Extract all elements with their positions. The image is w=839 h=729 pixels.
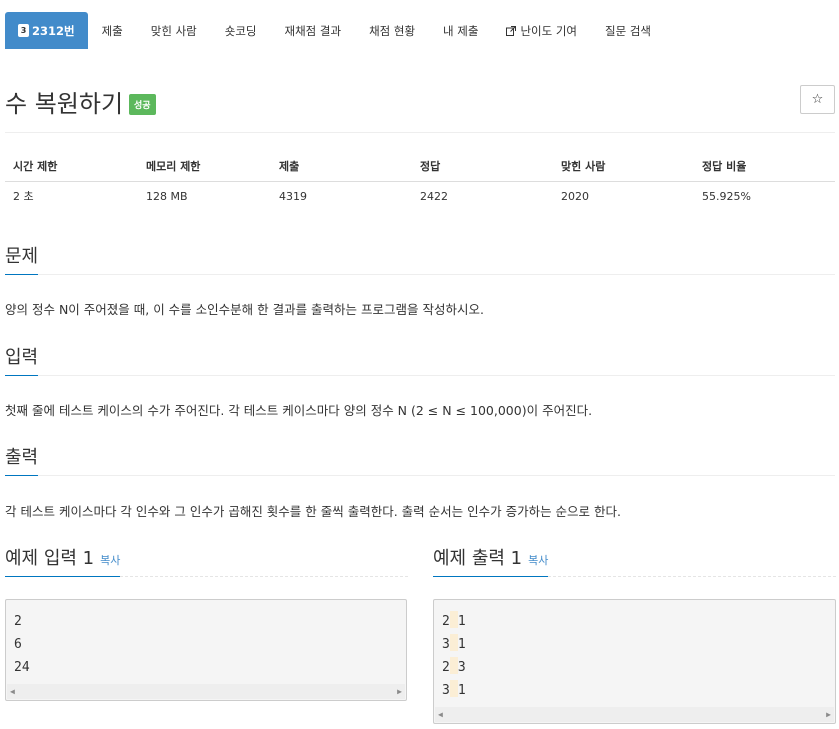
problem-heading-rule bbox=[5, 274, 835, 275]
sample-output-line: 21 bbox=[442, 610, 827, 633]
scroll-left-icon[interactable]: ◀ bbox=[10, 687, 15, 696]
tab-difficulty-contribution[interactable]: 난이도 기여 bbox=[492, 12, 591, 49]
whitespace-highlight bbox=[449, 680, 458, 697]
input-section-header: 입력 bbox=[5, 343, 835, 376]
star-icon: ☆ bbox=[811, 92, 824, 107]
sample-input-title: 예제 입력 1 bbox=[5, 548, 95, 569]
problem-heading: 문제 bbox=[5, 242, 39, 275]
exponent-value: 1 bbox=[457, 683, 466, 698]
problem-section-header: 문제 bbox=[5, 242, 835, 275]
tab-rejudge-results-label: 재채점 결과 bbox=[284, 23, 342, 38]
sample-input-header: 예제 입력 1 복사 bbox=[5, 544, 408, 577]
sample-output-copy-link[interactable]: 복사 bbox=[528, 554, 548, 567]
output-heading: 출력 bbox=[5, 443, 39, 476]
sample-output-title: 예제 출력 1 bbox=[433, 548, 523, 569]
output-section-header: 출력 bbox=[5, 443, 835, 476]
factor-value: 3 bbox=[442, 637, 450, 652]
whitespace-highlight bbox=[449, 611, 458, 628]
header-time-limit: 시간 제한 bbox=[5, 152, 138, 182]
tab-judge-status-label: 채점 현황 bbox=[369, 23, 416, 38]
title-row: 수 복원하기 성공 bbox=[5, 84, 156, 119]
scroll-left-icon[interactable]: ◀ bbox=[438, 710, 443, 719]
factor-value: 3 bbox=[442, 683, 450, 698]
exponent-value: 1 bbox=[457, 637, 466, 652]
page-title: 수 복원하기 bbox=[5, 90, 124, 118]
sample-input-line: 24 bbox=[14, 660, 30, 675]
tab-difficulty-contribution-label: 난이도 기여 bbox=[520, 23, 578, 38]
whitespace-highlight bbox=[449, 634, 458, 651]
value-accepted: 2422 bbox=[420, 189, 448, 203]
sample-input-heading: 예제 입력 1 복사 bbox=[5, 544, 121, 577]
sample-output-heading: 예제 출력 1 복사 bbox=[433, 544, 549, 577]
header-accept-ratio: 정답 비율 bbox=[694, 152, 835, 182]
tab-problem-number-label: 2312번 bbox=[32, 23, 75, 38]
info-header-row: 시간 제한 메모리 제한 제출 정답 맞힌 사람 정답 비율 bbox=[5, 152, 835, 182]
value-time-limit: 2 초 bbox=[13, 190, 34, 204]
title-divider bbox=[5, 132, 835, 133]
star-button[interactable]: ☆ bbox=[800, 85, 835, 114]
sample-output-line: 31 bbox=[442, 633, 827, 656]
exponent-value: 1 bbox=[457, 614, 466, 629]
whitespace-highlight bbox=[449, 657, 458, 674]
sample-output-line: 31 bbox=[442, 679, 827, 702]
tab-short-coding-label: 숏코딩 bbox=[224, 23, 257, 38]
scroll-right-icon[interactable]: ▶ bbox=[826, 710, 831, 719]
sample-input-scrollbar[interactable]: ◀ ▶ bbox=[7, 684, 405, 699]
exponent-value: 3 bbox=[457, 660, 466, 675]
problem-nav: 3 2312번 제출 맞힌 사람 숏코딩 재채점 결과 채점 현황 내 제출 난… bbox=[5, 12, 665, 49]
sample-input-box[interactable]: 2 6 24 ◀ ▶ bbox=[5, 599, 407, 701]
sample-input-code: 2 6 24 bbox=[6, 600, 406, 679]
tab-question-search[interactable]: 질문 검색 bbox=[591, 12, 665, 49]
output-description: 각 테스트 케이스마다 각 인수와 그 인수가 곱해진 횟수를 한 줄씩 출력한… bbox=[5, 504, 621, 519]
value-accept-ratio: 55.925% bbox=[702, 189, 751, 203]
scroll-right-icon[interactable]: ▶ bbox=[397, 687, 402, 696]
tab-solved-users[interactable]: 맞힌 사람 bbox=[137, 12, 211, 49]
tab-short-coding[interactable]: 숏코딩 bbox=[211, 12, 271, 49]
value-submissions: 4319 bbox=[279, 189, 307, 203]
tab-solved-users-label: 맞힌 사람 bbox=[150, 23, 197, 38]
tab-submit-label: 제출 bbox=[101, 23, 123, 38]
tab-question-search-label: 질문 검색 bbox=[605, 23, 651, 38]
level-badge: 3 bbox=[18, 24, 29, 37]
header-submissions: 제출 bbox=[271, 152, 412, 182]
factor-value: 2 bbox=[442, 614, 450, 629]
problem-info-table: 시간 제한 메모리 제한 제출 정답 맞힌 사람 정답 비율 2 초 128 M… bbox=[5, 152, 835, 211]
factor-value: 2 bbox=[442, 660, 450, 675]
input-heading: 입력 bbox=[5, 343, 39, 376]
tab-rejudge-results[interactable]: 재채점 결과 bbox=[271, 12, 356, 49]
tab-problem-number[interactable]: 3 2312번 bbox=[5, 12, 88, 49]
value-memory-limit: 128 MB bbox=[146, 189, 188, 203]
sample-input-line: 2 bbox=[14, 614, 22, 629]
problem-description: 양의 정수 N이 주어졌을 때, 이 수를 소인수분해 한 결과를 출력하는 프… bbox=[5, 302, 484, 317]
sample-output-header: 예제 출력 1 복사 bbox=[433, 544, 836, 577]
output-heading-rule bbox=[5, 475, 835, 476]
header-memory-limit: 메모리 제한 bbox=[138, 152, 271, 182]
header-accepted: 정답 bbox=[412, 152, 553, 182]
tab-my-submissions-label: 내 제출 bbox=[443, 23, 479, 38]
status-badge: 성공 bbox=[129, 94, 156, 115]
external-link-icon bbox=[506, 25, 517, 36]
tab-judge-status[interactable]: 채점 현황 bbox=[355, 12, 429, 49]
tab-submit[interactable]: 제출 bbox=[88, 12, 137, 49]
sample-input-copy-link[interactable]: 복사 bbox=[100, 554, 120, 567]
sample-input-line: 6 bbox=[14, 637, 22, 652]
header-solved-users: 맞힌 사람 bbox=[553, 152, 694, 182]
sample-output-line: 23 bbox=[442, 656, 827, 679]
info-value-row: 2 초 128 MB 4319 2422 2020 55.925% bbox=[5, 181, 835, 211]
input-heading-rule bbox=[5, 375, 835, 376]
tab-my-submissions[interactable]: 내 제출 bbox=[429, 12, 492, 49]
sample-output-code: 21312331 bbox=[434, 600, 835, 702]
value-solved-users: 2020 bbox=[561, 189, 589, 203]
sample-output-scrollbar[interactable]: ◀ ▶ bbox=[435, 707, 834, 722]
input-description: 첫째 줄에 테스트 케이스의 수가 주어진다. 각 테스트 케이스마다 양의 정… bbox=[5, 403, 593, 418]
sample-output-box[interactable]: 21312331 ◀ ▶ bbox=[433, 599, 836, 724]
